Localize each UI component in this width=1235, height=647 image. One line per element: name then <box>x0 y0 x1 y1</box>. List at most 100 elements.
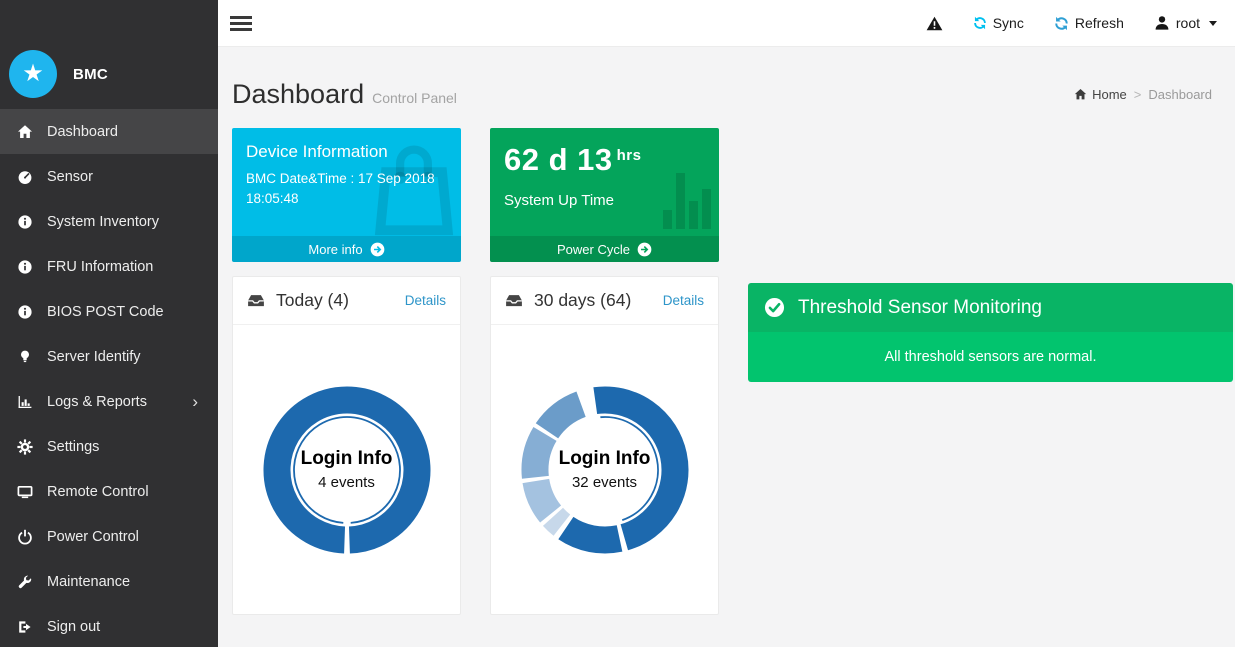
power-icon <box>17 529 33 545</box>
sidebar-item-label: BIOS POST Code <box>47 303 164 320</box>
uptime-unit: hrs <box>616 147 642 164</box>
today-details-link[interactable]: Details <box>405 293 446 308</box>
gear-icon <box>17 438 33 455</box>
sidebar-item-remote-control[interactable]: Remote Control <box>0 469 218 514</box>
sidebar-item-sensor[interactable]: Sensor <box>0 154 218 199</box>
monitor-icon <box>17 484 33 500</box>
sidebar-item-sign-out[interactable]: Sign out <box>0 604 218 647</box>
sidebar-item-label: System Inventory <box>47 213 160 230</box>
bmc-date-time: BMC Date&Time : 17 Sep 2018 <box>246 171 435 186</box>
refresh-label: Refresh <box>1074 15 1124 31</box>
sync-button[interactable]: Sync <box>973 15 1024 31</box>
info-icon <box>17 214 33 230</box>
home-icon <box>1074 88 1087 100</box>
month-card-title: 30 days (64) <box>534 290 632 310</box>
sidebar-item-label: Maintenance <box>47 573 131 590</box>
inbox-tray-icon <box>247 293 265 308</box>
sync-icon <box>973 16 987 30</box>
stats-row: Today (4) Details Login Info 4 events 30… <box>232 276 1233 615</box>
inbox-tray-icon <box>505 293 523 308</box>
sidebar-item-label: Power Control <box>47 528 139 545</box>
user-name: root <box>1175 15 1200 31</box>
brand-name: BMC <box>73 65 109 83</box>
page-subtitle: Control Panel <box>372 90 457 106</box>
sidebar-item-bios-post-code[interactable]: BIOS POST Code <box>0 289 218 334</box>
sidebar-item-label: Settings <box>47 438 100 455</box>
sidebar-item-label: Remote Control <box>47 483 149 500</box>
page-head: Dashboard Control Panel Home > Dashboard <box>232 79 1233 110</box>
bar-chart-icon <box>17 394 33 410</box>
info-cards-row: Device Information BMC Date&Time : 17 Se… <box>232 128 1233 262</box>
content: DashboardControl Panel Home > Dashboard <box>218 47 1235 647</box>
device-card-title: Device Information <box>246 142 388 161</box>
device-information-card: Device Information BMC Date&Time : 17 Se… <box>232 128 461 262</box>
threshold-banner-message: All threshold sensors are normal. <box>748 332 1233 382</box>
signout-icon <box>17 619 33 635</box>
arrow-circle-right-icon <box>370 242 385 257</box>
info-icon <box>17 304 33 320</box>
threshold-banner-title: Threshold Sensor Monitoring <box>798 296 1042 318</box>
gauge-icon <box>17 169 33 185</box>
month-card-body: Login Info 32 events <box>491 325 718 614</box>
sidebar-item-system-inventory[interactable]: System Inventory <box>0 199 218 244</box>
sidebar-item-server-identify[interactable]: Server Identify <box>0 334 218 379</box>
today-card-body: Login Info 4 events <box>233 325 460 614</box>
breadcrumb-home-link[interactable]: Home <box>1074 87 1127 102</box>
month-events-card: 30 days (64) Details Login Info 32 event… <box>490 276 719 615</box>
arrow-circle-right-icon <box>637 242 652 257</box>
sync-label: Sync <box>992 15 1024 31</box>
power-cycle-button[interactable]: Power Cycle <box>490 236 719 262</box>
breadcrumb-current: Dashboard <box>1148 87 1212 102</box>
brand-logo: ★ BMC <box>0 0 218 109</box>
topbar-right: Sync Refresh root <box>926 15 1217 31</box>
sidebar-item-label: Sign out <box>47 618 101 635</box>
sidebar-item-settings[interactable]: Settings <box>0 424 218 469</box>
main-column: Sync Refresh root Dashboard Control Pane… <box>218 0 1235 647</box>
today-card-header: Today (4) Details <box>233 277 460 325</box>
sidebar-item-dashboard[interactable]: Dashboard <box>0 109 218 154</box>
donut-center-label: Login Info 32 events <box>558 448 651 491</box>
wrench-icon <box>17 574 33 590</box>
info-icon <box>17 259 33 275</box>
today-events-card: Today (4) Details Login Info 4 events <box>232 276 461 615</box>
today-card-title: Today (4) <box>276 290 349 310</box>
refresh-icon <box>1054 16 1069 31</box>
chevron-down-icon <box>1209 20 1217 26</box>
system-uptime-card: 62 d 13 hrs System Up Time Power Cycle <box>490 128 719 262</box>
sidebar-item-power-control[interactable]: Power Control <box>0 514 218 559</box>
refresh-button[interactable]: Refresh <box>1054 15 1124 31</box>
sidebar: ★ BMC Dashboard Sensor System Inventory FRU… <box>0 0 218 647</box>
sidebar-item-label: Logs & Reports <box>47 393 147 410</box>
user-menu[interactable]: root <box>1154 15 1217 31</box>
uptime-label: System Up Time <box>504 192 615 209</box>
login-info-donut-today: Login Info 4 events <box>262 385 432 555</box>
threshold-sensor-banner: Threshold Sensor Monitoring All threshol… <box>748 283 1233 382</box>
more-info-button[interactable]: More info <box>232 236 461 262</box>
warning-icon[interactable] <box>926 16 943 31</box>
donut-center-label: Login Info 4 events <box>300 448 393 491</box>
sidebar-item-label: Dashboard <box>47 123 118 140</box>
chevron-right-icon: › <box>192 391 198 411</box>
sidebar-nav: Dashboard Sensor System Inventory FRU Infor… <box>0 109 218 647</box>
login-info-donut-30days: Login Info 32 events <box>520 385 690 555</box>
sidebar-item-logs-reports[interactable]: Logs & Reports › <box>0 379 218 424</box>
month-details-link[interactable]: Details <box>663 293 704 308</box>
bmc-time-value: 18:05:48 <box>246 191 299 206</box>
hamburger-menu-icon[interactable] <box>230 13 252 34</box>
breadcrumb-separator: > <box>1133 87 1142 102</box>
sidebar-item-maintenance[interactable]: Maintenance <box>0 559 218 604</box>
threshold-banner-header: Threshold Sensor Monitoring <box>748 283 1233 332</box>
topbar: Sync Refresh root <box>218 0 1235 47</box>
bulb-icon <box>17 349 33 365</box>
month-card-header: 30 days (64) Details <box>491 277 718 325</box>
bmc-app: ★ BMC Dashboard Sensor System Inventory FRU… <box>0 0 1235 647</box>
user-icon <box>1154 15 1170 31</box>
sidebar-item-label: Sensor <box>47 168 93 185</box>
home-icon <box>17 124 33 140</box>
page-title: Dashboard Control Panel <box>232 79 457 109</box>
star-icon: ★ <box>22 60 44 87</box>
check-circle-icon <box>764 297 785 318</box>
sidebar-item-fru-information[interactable]: FRU Information <box>0 244 218 289</box>
uptime-value: 62 d 13 hrs <box>504 142 642 177</box>
sidebar-item-label: FRU Information <box>47 258 154 275</box>
